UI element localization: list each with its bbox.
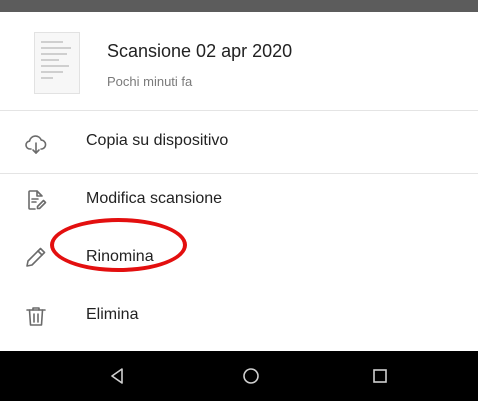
red-circle-annotation (50, 218, 187, 272)
menu-item-label: Elimina (86, 306, 139, 323)
menu-item-delete[interactable]: Elimina (0, 286, 478, 350)
cloud-download-icon (24, 132, 48, 156)
trash-icon (24, 304, 48, 328)
document-thumbnail (34, 32, 80, 94)
status-bar (0, 0, 478, 12)
menu-item-copy-to-device[interactable]: Copia su dispositivo (0, 110, 478, 172)
back-icon[interactable] (107, 366, 127, 386)
pencil-icon (24, 245, 48, 269)
home-icon[interactable] (241, 366, 261, 386)
menu-item-label: Copia su dispositivo (86, 132, 229, 149)
edit-document-icon (24, 188, 48, 212)
action-sheet: Scansione 02 apr 2020 Pochi minuti fa Co… (0, 12, 478, 351)
recents-icon[interactable] (370, 366, 390, 386)
android-navigation-bar (0, 351, 478, 401)
file-title: Scansione 02 apr 2020 (107, 41, 293, 61)
file-header: Scansione 02 apr 2020 Pochi minuti fa (0, 12, 478, 111)
menu-item-label: Modifica scansione (86, 190, 223, 207)
menu-item-edit-scan[interactable]: Modifica scansione (0, 174, 478, 228)
file-timestamp: Pochi minuti fa (107, 74, 193, 89)
